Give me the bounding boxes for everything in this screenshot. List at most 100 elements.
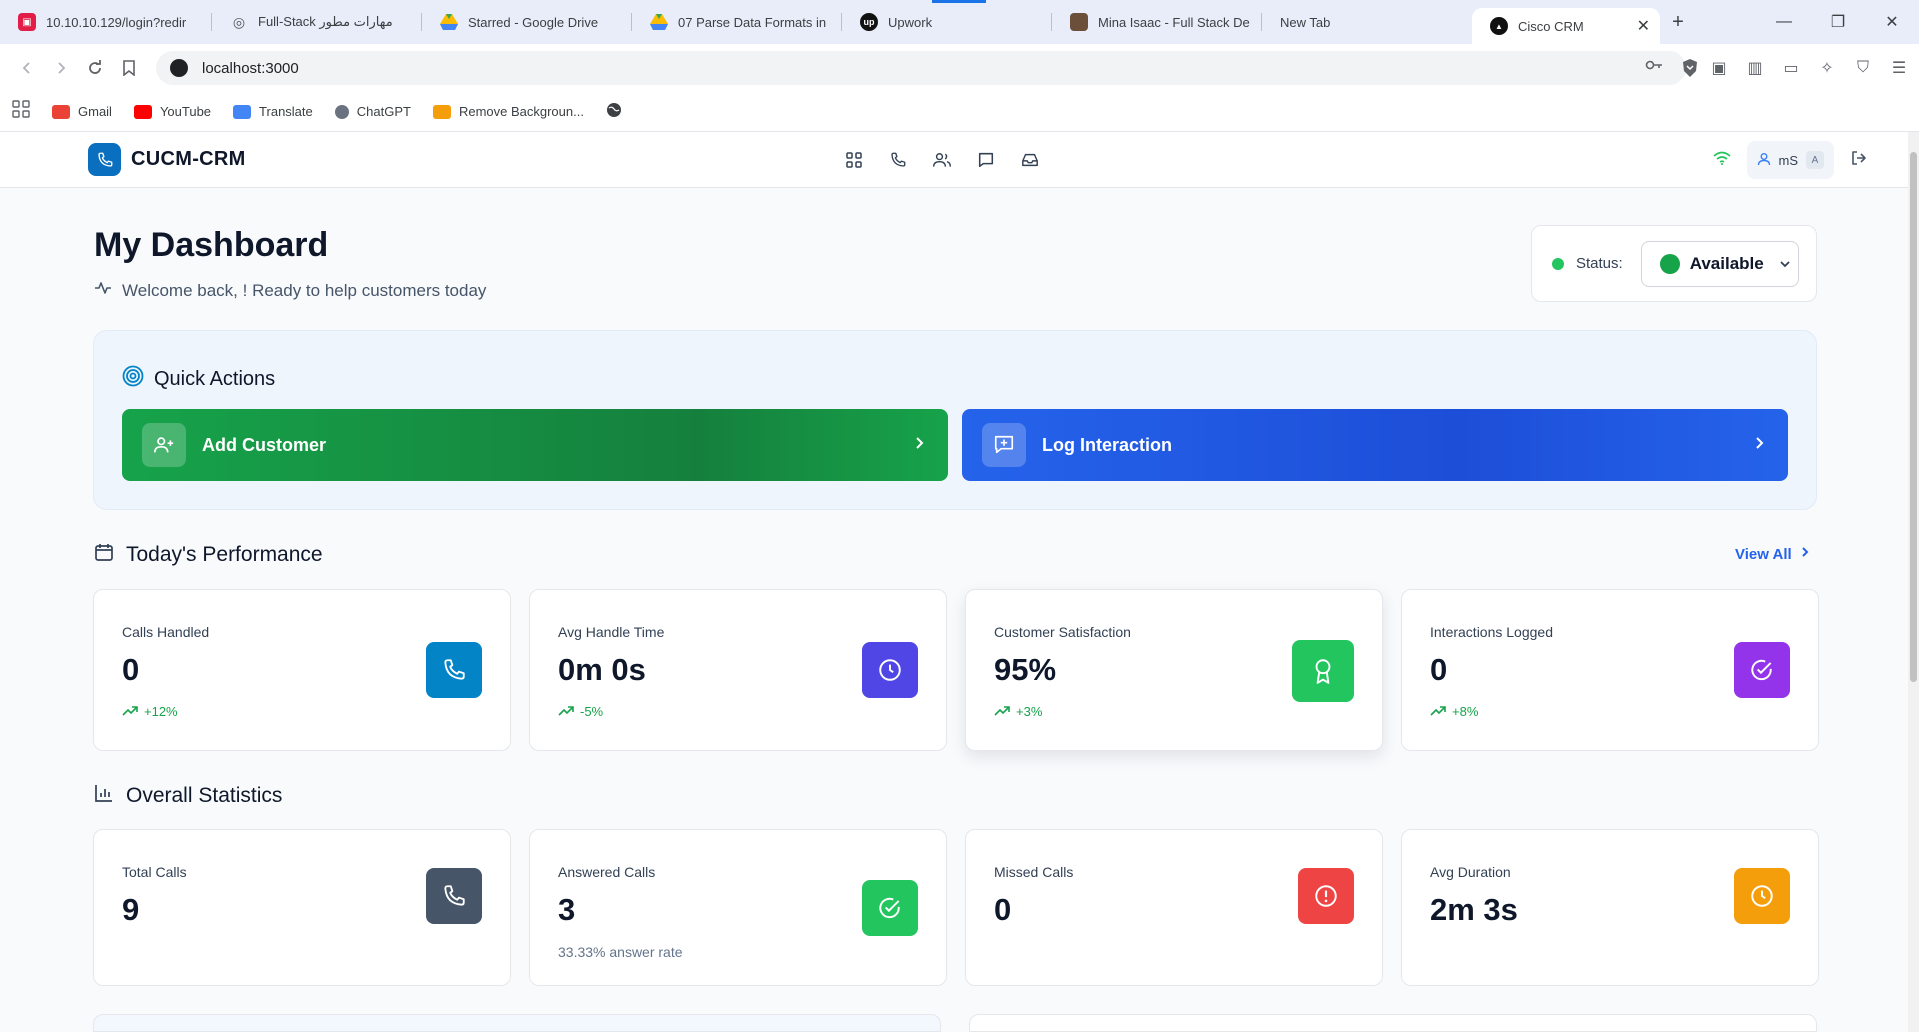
trending-up-icon: [558, 704, 574, 719]
inbox-icon[interactable]: [1016, 146, 1044, 174]
stat-card-customer-satisfaction[interactable]: Customer Satisfaction 95% +3%: [965, 589, 1383, 751]
profile-favicon-icon: [1070, 13, 1088, 31]
bookmark-remove-background[interactable]: Remove Backgroun...: [432, 104, 584, 119]
phone-logo-icon: [88, 143, 121, 176]
messages-chat-icon[interactable]: [972, 146, 1000, 174]
check-circle-icon: [862, 880, 918, 936]
scrollbar-thumb[interactable]: [1910, 152, 1917, 682]
calls-phone-icon[interactable]: [884, 146, 912, 174]
menu-icon[interactable]: ☰: [1885, 54, 1913, 82]
apps-grid-icon[interactable]: [12, 100, 30, 123]
bookmarks-bar: Gmail YouTube Translate ChatGPT Remove B…: [0, 92, 1919, 132]
stat-card-avg-handle-time[interactable]: Avg Handle Time 0m 0s -5%: [529, 589, 947, 751]
calendar-icon: [94, 542, 114, 568]
view-all-link[interactable]: View All: [1735, 545, 1810, 563]
bar-chart-icon: [94, 783, 114, 809]
bottom-panel-left: [93, 1014, 941, 1032]
bookmark-globe[interactable]: [606, 102, 622, 121]
browser-tab[interactable]: Mina Isaac - Full Stack De: [1052, 0, 1262, 44]
user-plus-icon: [142, 423, 186, 467]
close-window-icon[interactable]: ✕: [1865, 0, 1919, 44]
bookmark-icon[interactable]: [112, 51, 146, 85]
back-icon[interactable]: [10, 51, 44, 85]
answer-rate: 33.33% answer rate: [558, 944, 683, 960]
page-scrollbar[interactable]: [1908, 132, 1919, 1032]
stat-card-total-calls[interactable]: Total Calls 9: [93, 829, 511, 986]
browser-tab[interactable]: 07 Parse Data Formats in: [632, 0, 842, 44]
key-icon[interactable]: [1645, 58, 1663, 83]
bookmark-chatgpt[interactable]: ChatGPT: [334, 104, 411, 119]
activity-icon: [94, 280, 112, 301]
tab-favicon-icon: ▲: [1490, 17, 1508, 35]
main-nav: [840, 146, 1044, 174]
tab-loading-indicator: [932, 0, 986, 3]
browser-tab[interactable]: Starred - Google Drive: [422, 0, 632, 44]
browser-tab[interactable]: up Upwork: [842, 0, 1052, 44]
maximize-icon[interactable]: ❐: [1811, 0, 1865, 44]
browser-tab[interactable]: ▣ 10.10.10.129/login?redir: [0, 0, 212, 44]
bookmark-translate[interactable]: Translate: [233, 104, 313, 119]
browser-tab-active[interactable]: ▲ Cisco CRM ✕: [1472, 8, 1660, 44]
window-controls: — ❐ ✕: [1757, 0, 1919, 44]
leo-ai-icon[interactable]: ✧: [1813, 54, 1841, 82]
clock-icon: [1734, 868, 1790, 924]
vpn-icon[interactable]: ⛉: [1849, 54, 1877, 82]
new-tab-button[interactable]: +: [1660, 4, 1696, 40]
globe-icon: [606, 102, 622, 121]
user-key-badge: A: [1806, 151, 1824, 169]
page-title: My Dashboard: [94, 226, 329, 264]
site-info-icon[interactable]: [170, 59, 188, 77]
clock-icon: [862, 642, 918, 698]
wifi-connected-icon: [1712, 151, 1731, 170]
trending-up-icon: [994, 704, 1010, 719]
bookmark-gmail[interactable]: Gmail: [52, 104, 112, 119]
wallet-icon[interactable]: ▭: [1777, 54, 1805, 82]
gmail-icon: [52, 104, 70, 119]
chevron-right-icon: [914, 435, 926, 456]
address-bar: localhost:3000 ▣ ▥ ▭ ✧ ⛉ ☰: [0, 44, 1919, 92]
browser-tab[interactable]: New Tab: [1262, 0, 1472, 44]
browser-extensions: ▣ ▥ ▭ ✧ ⛉ ☰: [1705, 54, 1913, 82]
check-circle-icon: [1734, 642, 1790, 698]
brand[interactable]: CUCM-CRM: [88, 143, 246, 176]
customers-users-icon[interactable]: [928, 146, 956, 174]
chatgpt-icon: [334, 104, 349, 119]
url-field[interactable]: localhost:3000: [156, 51, 1686, 85]
translate-icon: [233, 104, 252, 119]
user-icon: [1757, 152, 1771, 169]
stat-card-answered-calls[interactable]: Answered Calls 3 33.33% answer rate: [529, 829, 947, 986]
screenshot-icon[interactable]: ▣: [1705, 54, 1733, 82]
bookmark-youtube[interactable]: YouTube: [133, 104, 211, 119]
dashboard-grid-icon[interactable]: [840, 146, 868, 174]
trending-up-icon: [122, 704, 138, 719]
browser-tab[interactable]: ◎ Full-Stack مهارات مطور: [212, 0, 422, 44]
stat-card-missed-calls[interactable]: Missed Calls 0: [965, 829, 1383, 986]
close-tab-icon[interactable]: ✕: [1637, 16, 1650, 36]
quick-actions-title: Quick Actions: [122, 365, 275, 393]
add-customer-button[interactable]: Add Customer: [122, 409, 948, 481]
quick-actions-panel: Quick Actions Add Customer Log Interacti…: [93, 330, 1817, 510]
logout-icon[interactable]: [1850, 149, 1868, 172]
available-dot: [1659, 253, 1680, 274]
chevron-right-icon: [1800, 545, 1810, 563]
performance-title: Today's Performance: [94, 542, 323, 568]
target-icon: [122, 365, 144, 393]
trending-up-icon: [1430, 704, 1446, 719]
tab-favicon-icon: ◎: [232, 13, 246, 30]
log-interaction-button[interactable]: Log Interaction: [962, 409, 1788, 481]
browser-tab-bar: ▣ 10.10.10.129/login?redir ◎ Full-Stack …: [0, 0, 1919, 44]
stat-card-calls-handled[interactable]: Calls Handled 0 +12%: [93, 589, 511, 751]
user-menu[interactable]: mS A: [1746, 141, 1834, 179]
stat-card-interactions-logged[interactable]: Interactions Logged 0 +8%: [1401, 589, 1819, 751]
google-drive-icon: [440, 13, 458, 31]
forward-icon[interactable]: [44, 51, 78, 85]
alert-circle-icon: [1298, 868, 1354, 924]
stat-card-avg-duration[interactable]: Avg Duration 2m 3s: [1401, 829, 1819, 986]
reload-icon[interactable]: [78, 51, 112, 85]
minimize-icon[interactable]: —: [1757, 0, 1811, 44]
nav-right: mS A: [1712, 141, 1869, 179]
brave-shield-icon[interactable]: [1681, 58, 1699, 83]
sidebar-icon[interactable]: ▥: [1741, 54, 1769, 82]
status-select[interactable]: Available: [1640, 240, 1799, 287]
overall-statistics-title: Overall Statistics: [94, 783, 282, 809]
